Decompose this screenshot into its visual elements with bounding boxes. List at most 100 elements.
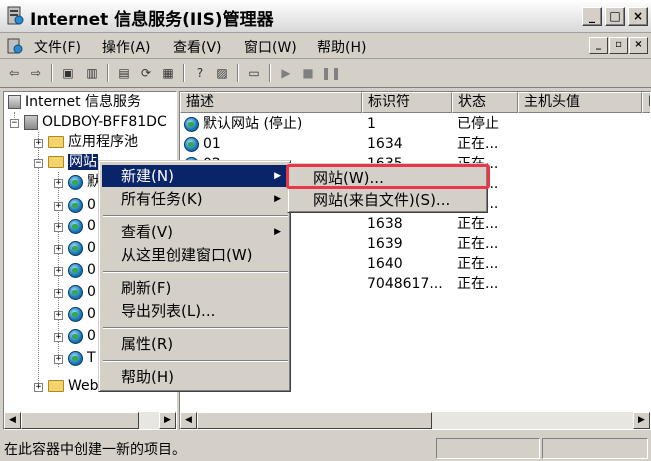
child-restore-button[interactable]: ▫ bbox=[609, 37, 628, 54]
column-header-ip[interactable]: I bbox=[642, 92, 650, 113]
tree-site[interactable]: 默 bbox=[68, 172, 101, 192]
tree-site[interactable]: T bbox=[68, 348, 96, 368]
forward-arrow-icon[interactable]: ⇨ bbox=[27, 64, 45, 82]
context-menu-label: 新建(N) bbox=[121, 167, 174, 185]
refresh-icon[interactable]: ⟳ bbox=[137, 64, 155, 82]
list-row-description[interactable]: 默认网站 (停止) bbox=[184, 114, 302, 134]
tree-app-pools[interactable]: 应用程序池 bbox=[48, 132, 138, 152]
tree-site-label: 0 bbox=[87, 306, 96, 322]
tree-websites[interactable]: 网站 bbox=[48, 152, 98, 172]
submenu-arrow-icon: ▶ bbox=[274, 227, 281, 237]
tree-site-label: 0 bbox=[87, 328, 96, 344]
up-folder-icon[interactable]: ▣ bbox=[59, 64, 77, 82]
expand-toggle[interactable]: + bbox=[34, 139, 43, 148]
website-globe-icon bbox=[68, 218, 83, 234]
tree-site-label: 0 bbox=[87, 197, 96, 213]
folder-icon bbox=[48, 380, 64, 392]
server-icon bbox=[24, 114, 38, 130]
tree-horizontal-scrollbar[interactable]: ◀ ▶ bbox=[4, 412, 176, 429]
context-menu-help[interactable]: 帮助(H) bbox=[102, 366, 289, 388]
back-arrow-icon[interactable]: ⇦ bbox=[5, 64, 23, 82]
scroll-thumb[interactable] bbox=[197, 412, 432, 429]
tree-server[interactable]: OLDBOY-BFF81DC bbox=[24, 112, 167, 132]
close-button[interactable]: × bbox=[628, 7, 648, 26]
tree-site-label: 0 bbox=[87, 284, 96, 300]
child-minimize-button[interactable]: _ bbox=[589, 37, 608, 54]
scroll-left-button[interactable]: ◀ bbox=[180, 412, 197, 429]
context-menu-new[interactable]: 新建(N) ▶ bbox=[102, 165, 289, 187]
website-globe-icon bbox=[184, 136, 199, 152]
tree-site[interactable]: 0 bbox=[68, 216, 96, 236]
toolbar-separator bbox=[269, 64, 271, 82]
scroll-thumb[interactable] bbox=[21, 412, 139, 429]
tree-site[interactable]: 0 bbox=[68, 195, 96, 215]
expand-toggle[interactable]: − bbox=[10, 119, 19, 128]
menu-action[interactable]: 操作(A) bbox=[102, 37, 151, 57]
context-menu-properties[interactable]: 属性(R) bbox=[102, 333, 289, 355]
menu-separator bbox=[103, 271, 288, 273]
help-icon[interactable]: ? bbox=[191, 64, 209, 82]
context-menu-export-list[interactable]: 导出列表(L)... bbox=[102, 300, 289, 322]
expand-toggle[interactable]: + bbox=[54, 202, 63, 211]
submenu-website-from-file[interactable]: 网站(来自文件)(S)... bbox=[291, 189, 486, 211]
expand-toggle[interactable]: + bbox=[54, 333, 63, 342]
scroll-right-button[interactable]: ▶ bbox=[159, 412, 176, 429]
expand-toggle[interactable]: + bbox=[54, 289, 63, 298]
list-row-id: 1 bbox=[367, 116, 376, 132]
list-row-status: 正在... bbox=[457, 236, 499, 252]
tree-site[interactable]: 0 bbox=[68, 326, 96, 346]
pause-icon[interactable]: ❚❚ bbox=[321, 64, 341, 82]
context-menu-label: 查看(V) bbox=[121, 223, 173, 241]
menu-view[interactable]: 查看(V) bbox=[173, 37, 222, 57]
column-header-identifier[interactable]: 标识符 bbox=[362, 92, 452, 113]
context-menu-refresh[interactable]: 刷新(F) bbox=[102, 277, 289, 299]
menu-file[interactable]: 文件(F) bbox=[34, 37, 81, 57]
list-row-id: 1634 bbox=[367, 136, 403, 152]
expand-toggle[interactable]: + bbox=[54, 179, 63, 188]
list-row-id: 1638 bbox=[367, 216, 403, 232]
website-globe-icon bbox=[68, 284, 83, 300]
scroll-left-button[interactable]: ◀ bbox=[4, 412, 21, 429]
tree-site[interactable]: 0 bbox=[68, 260, 96, 280]
column-header-status[interactable]: 状态 bbox=[452, 92, 518, 113]
console-child-icon[interactable] bbox=[6, 37, 24, 55]
menu-separator bbox=[103, 360, 288, 362]
expand-toggle[interactable]: + bbox=[54, 223, 63, 232]
expand-toggle[interactable]: + bbox=[54, 245, 63, 254]
expand-toggle[interactable]: + bbox=[34, 383, 43, 392]
tree-site[interactable]: 0 bbox=[68, 238, 96, 258]
computer-icon[interactable]: ▭ bbox=[245, 64, 263, 82]
show-tree-icon[interactable]: ▥ bbox=[83, 64, 101, 82]
tree-site[interactable]: 0 bbox=[68, 282, 96, 302]
context-menu-new-window[interactable]: 从这里创建窗口(W) bbox=[102, 244, 289, 266]
column-header-host[interactable]: 主机头值 bbox=[518, 92, 642, 113]
expand-toggle[interactable]: + bbox=[54, 355, 63, 364]
expand-toggle[interactable]: + bbox=[54, 267, 63, 276]
expand-toggle[interactable]: + bbox=[54, 311, 63, 320]
console-icon[interactable]: ▨ bbox=[213, 64, 231, 82]
tree-site-label: 0 bbox=[87, 262, 96, 278]
tree-site-label: 0 bbox=[87, 218, 96, 234]
menu-window[interactable]: 窗口(W) bbox=[244, 37, 297, 57]
context-menu: 新建(N) ▶ 所有任务(K) ▶ 查看(V) ▶ 从这里创建窗口(W) 刷新(F) … bbox=[98, 160, 291, 392]
scroll-right-button[interactable]: ▶ bbox=[633, 412, 650, 429]
menu-help[interactable]: 帮助(H) bbox=[317, 37, 366, 57]
minimize-button[interactable]: _ bbox=[582, 7, 602, 26]
tree-app-pools-label: 应用程序池 bbox=[68, 134, 138, 150]
expand-toggle[interactable]: − bbox=[34, 159, 43, 168]
play-icon[interactable]: ▶ bbox=[277, 64, 295, 82]
website-globe-icon bbox=[184, 116, 199, 132]
list-row-id: 7048617... bbox=[367, 276, 443, 292]
tree-root[interactable]: Internet 信息服务 bbox=[8, 92, 141, 112]
context-menu-all-tasks[interactable]: 所有任务(K) ▶ bbox=[102, 188, 289, 210]
stop-icon[interactable]: ■ bbox=[299, 64, 317, 82]
context-menu-view[interactable]: 查看(V) ▶ bbox=[102, 221, 289, 243]
maximize-button[interactable]: □ bbox=[605, 7, 625, 26]
list-row-description[interactable]: 01 bbox=[184, 134, 221, 154]
properties-icon[interactable]: ▤ bbox=[115, 64, 133, 82]
child-close-button[interactable]: × bbox=[629, 37, 648, 54]
list-horizontal-scrollbar[interactable]: ◀ ▶ bbox=[180, 412, 650, 429]
tree-site[interactable]: 0 bbox=[68, 304, 96, 324]
column-header-description[interactable]: 描述 bbox=[180, 92, 362, 113]
export-icon[interactable]: ▦ bbox=[159, 64, 177, 82]
